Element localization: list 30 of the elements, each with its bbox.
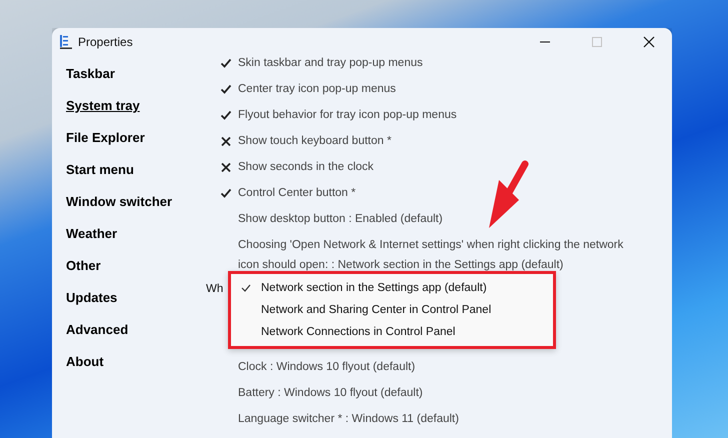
- sidebar-item[interactable]: System tray: [66, 90, 140, 122]
- setting-label[interactable]: Show touch keyboard button *: [238, 133, 392, 149]
- sidebar-item[interactable]: Taskbar: [66, 58, 115, 90]
- window-title: Properties: [78, 34, 134, 48]
- sidebar-item[interactable]: About: [66, 346, 104, 378]
- sidebar-item[interactable]: Weather: [66, 218, 118, 250]
- menu-option[interactable]: Network and Sharing Center in Control Panel: [231, 299, 553, 321]
- setting-label[interactable]: Center tray icon pop-up menus: [238, 81, 396, 97]
- annotation-arrow: [489, 160, 528, 228]
- sidebar-item[interactable]: Advanced: [66, 314, 128, 346]
- sidebar-item[interactable]: Other: [66, 250, 101, 282]
- setting-label[interactable]: Wh: [206, 283, 224, 295]
- sidebar-item[interactable]: Window switcher: [66, 186, 172, 218]
- setting-label[interactable]: Choosing 'Open Network & Internet settings' when right clicking the network icon should open: : Network section in the Settings app (default): [238, 235, 638, 275]
- sidebar-item[interactable]: Updates: [66, 282, 118, 314]
- app-icon: [60, 34, 72, 48]
- close-icon: [643, 36, 655, 48]
- setting-label[interactable]: Language switcher * : Windows 11 (default): [238, 411, 459, 427]
- maximize-icon: [591, 36, 603, 48]
- setting-label[interactable]: Skin taskbar and tray pop-up menus: [238, 55, 423, 71]
- setting-label[interactable]: Show seconds in the clock: [238, 159, 374, 175]
- setting-label[interactable]: Show desktop button : Enabled (default): [238, 211, 443, 227]
- sidebar-item[interactable]: Start menu: [66, 154, 134, 186]
- setting-label[interactable]: Battery : Windows 10 flyout (default): [238, 385, 423, 401]
- menu-option[interactable]: Network Connections in Control Panel: [231, 321, 553, 343]
- setting-label[interactable]: Control Center button *: [238, 185, 356, 201]
- menu-option[interactable]: Network section in the Settings app (default): [231, 277, 553, 299]
- setting-label[interactable]: Clock : Windows 10 flyout (default): [238, 359, 416, 375]
- sidebar-item[interactable]: File Explorer: [66, 122, 145, 154]
- setting-label[interactable]: Flyout behavior for tray icon pop-up menus: [238, 107, 457, 123]
